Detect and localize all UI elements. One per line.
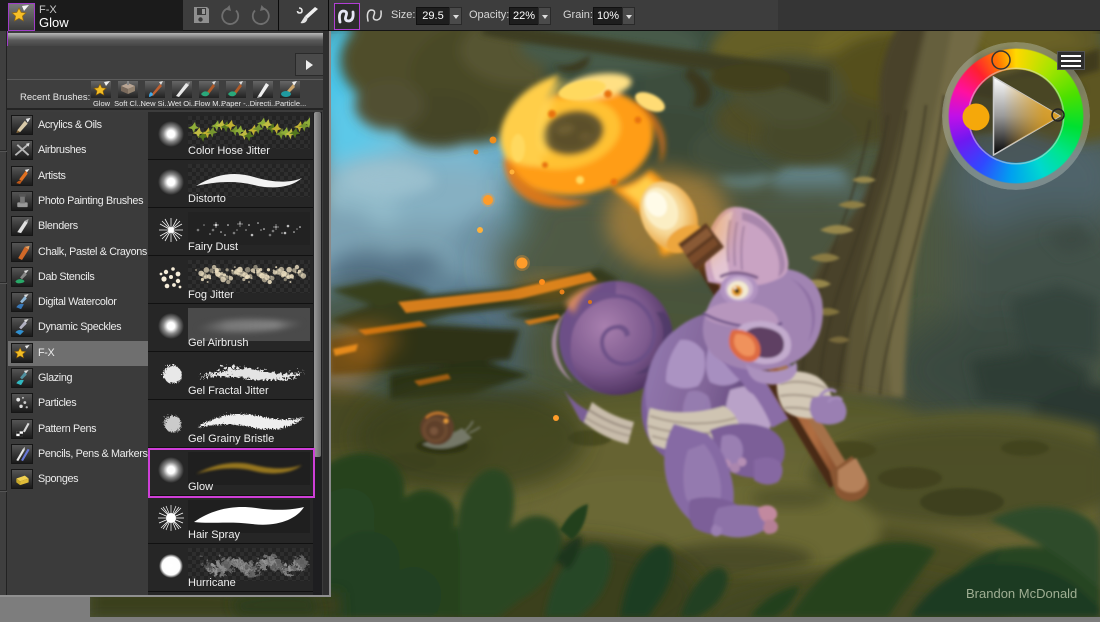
svg-text:Brandon McDonald: Brandon McDonald [966, 586, 1077, 601]
